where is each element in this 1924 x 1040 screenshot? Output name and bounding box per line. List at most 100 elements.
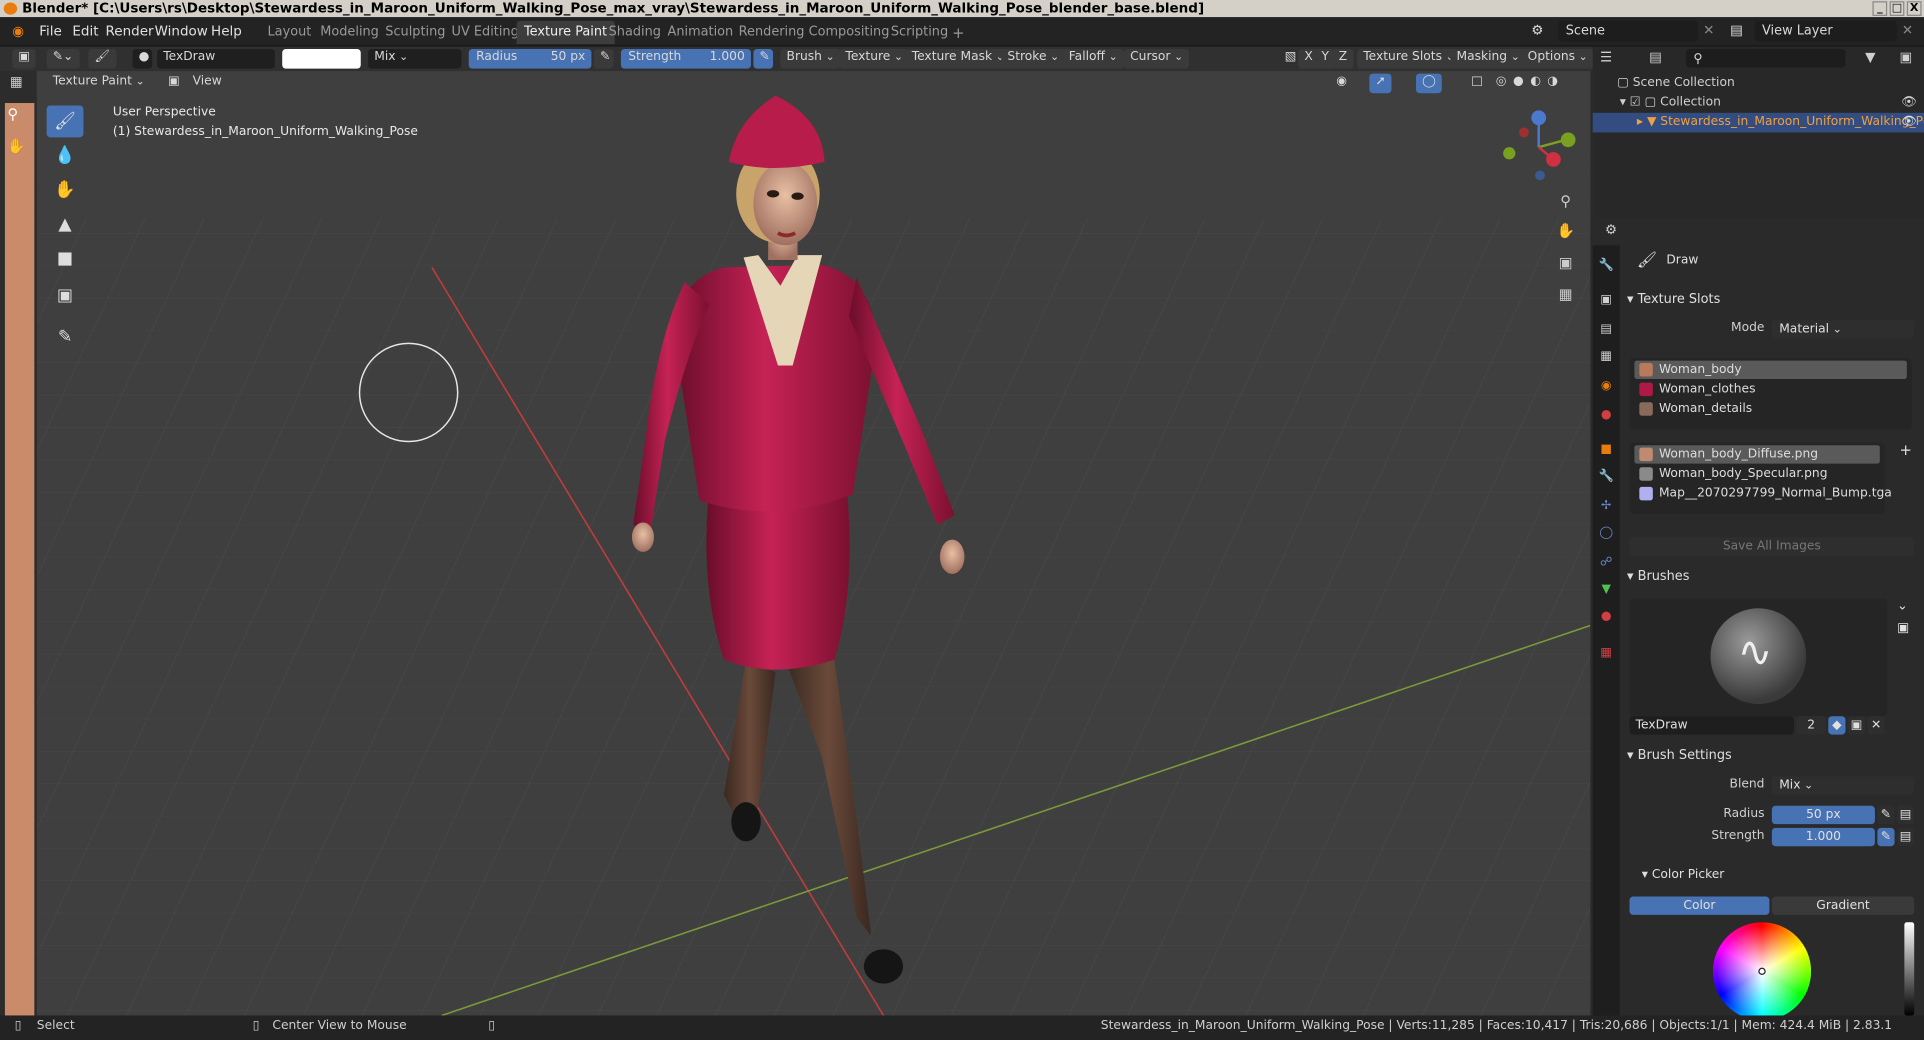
view-menu[interactable]: View: [187, 74, 228, 94]
pan-hand-icon[interactable]: ✋: [7, 137, 25, 154]
tab-animation[interactable]: Animation: [660, 21, 740, 44]
new-collection-icon[interactable]: ▣: [1899, 49, 1912, 65]
annotate-tool-button[interactable]: ✎: [47, 321, 84, 353]
texture-slots-header[interactable]: ▾ Texture Slots: [1627, 292, 1720, 307]
render-tab-icon[interactable]: ▣: [1598, 292, 1615, 309]
color-tab[interactable]: Color: [1629, 896, 1770, 915]
mask-tool-button[interactable]: ▣: [47, 280, 84, 312]
view-layer-tab-icon[interactable]: ▦: [1598, 348, 1615, 365]
outliner-search-input[interactable]: ⚲: [1685, 49, 1846, 68]
eye-icon[interactable]: 👁: [1901, 93, 1917, 113]
color-wheel[interactable]: [1712, 922, 1812, 1021]
tab-uv-editing[interactable]: UV Editing: [444, 21, 526, 44]
brush-fake-user-icon[interactable]: ●: [132, 49, 153, 69]
scene-icon[interactable]: ⚙: [1531, 22, 1543, 38]
tool-tab-icon[interactable]: 🔧: [1598, 258, 1615, 275]
brush-color-swatch[interactable]: [282, 49, 361, 69]
texture-menu[interactable]: Texture: [839, 49, 910, 69]
zoom-view-icon[interactable]: ⚲: [1553, 189, 1578, 214]
tab-shading[interactable]: Shading: [601, 21, 668, 44]
scene-tab-icon[interactable]: ◉: [1598, 378, 1615, 395]
properties-editor-icon[interactable]: ⚙: [1605, 222, 1617, 238]
scene-field[interactable]: Scene: [1558, 20, 1699, 42]
world-tab-icon[interactable]: ●: [1598, 407, 1615, 424]
radius-slider[interactable]: Radius 50 px: [468, 49, 592, 69]
display-mode-icon[interactable]: ▤: [1649, 49, 1662, 65]
brushes-header[interactable]: ▾ Brushes: [1627, 569, 1689, 584]
pan-view-icon[interactable]: ✋: [1553, 218, 1578, 243]
fill-tool-button[interactable]: ■: [47, 243, 84, 275]
gradient-tab[interactable]: Gradient: [1771, 896, 1915, 915]
tab-rendering[interactable]: Rendering: [731, 21, 812, 44]
outliner-scene-collection[interactable]: ▢ Scene Collection: [1593, 74, 1924, 94]
brush-name-field[interactable]: TexDraw: [157, 49, 275, 69]
material-item-woman-body[interactable]: Woman_body: [1634, 360, 1907, 379]
masking-menu[interactable]: Masking: [1450, 49, 1526, 69]
smear-tool-button[interactable]: ✋: [47, 174, 84, 206]
brush-preview-box[interactable]: ∿: [1629, 598, 1888, 717]
add-image-icon[interactable]: +: [1899, 442, 1911, 459]
brush-icon[interactable]: 🖌: [88, 49, 117, 69]
view-layer-icon[interactable]: ▤: [1730, 22, 1743, 38]
brush-users-count[interactable]: 2: [1796, 716, 1826, 735]
blend-mode-dropdown[interactable]: Mix: [368, 49, 462, 69]
brush-browse-icon[interactable]: ▣: [1897, 621, 1909, 636]
zoom-icon[interactable]: ⚲: [7, 105, 18, 122]
filter-icon[interactable]: ▼: [1865, 49, 1875, 65]
minimize-button[interactable]: _: [1872, 1, 1888, 16]
fake-user-shield-icon[interactable]: ◆: [1828, 716, 1846, 735]
checkbox-icon[interactable]: ☑: [1630, 96, 1645, 109]
tab-texture-paint[interactable]: Texture Paint: [516, 20, 615, 45]
radius-pressure-icon[interactable]: ✎: [1877, 805, 1895, 825]
close-button[interactable]: X: [1906, 1, 1922, 16]
options-menu[interactable]: Options: [1521, 49, 1594, 69]
brush-name-field[interactable]: TexDraw: [1629, 716, 1794, 735]
save-all-images-button[interactable]: Save All Images: [1629, 537, 1915, 556]
cursor-menu[interactable]: Cursor: [1123, 49, 1190, 69]
brush-expand-icon[interactable]: ⌄: [1897, 598, 1908, 613]
menu-file[interactable]: File: [39, 23, 62, 39]
xray-icon[interactable]: □: [1465, 74, 1489, 94]
value-slider[interactable]: [1904, 922, 1915, 1016]
restore-button[interactable]: □: [1889, 1, 1905, 16]
add-workspace-button[interactable]: +: [945, 21, 972, 44]
texture-mask-menu[interactable]: Texture Mask: [905, 49, 1012, 69]
image-editor-icon[interactable]: ▦: [10, 74, 23, 90]
radius-pressure-icon[interactable]: ✎: [593, 49, 614, 69]
axis-z-toggle[interactable]: Z: [1332, 49, 1354, 69]
eye-icon[interactable]: 👁: [1901, 113, 1917, 133]
3d-viewport[interactable]: User Perspective (1) Stewardess_in_Maroo…: [36, 71, 1591, 1016]
strength-pressure-icon[interactable]: ✎: [1877, 827, 1895, 847]
output-tab-icon[interactable]: ▤: [1598, 321, 1615, 338]
close-view-layer-icon[interactable]: ✕: [1902, 22, 1913, 38]
tab-sculpting[interactable]: Sculpting: [378, 21, 453, 44]
data-tab-icon[interactable]: ▼: [1598, 581, 1615, 598]
physics-tab-icon[interactable]: ◯: [1598, 525, 1615, 542]
brush-radius-slider[interactable]: 50 px: [1771, 805, 1875, 825]
texture-tab-icon[interactable]: ▦: [1598, 645, 1615, 662]
brush-strength-slider[interactable]: 1.000: [1771, 827, 1875, 847]
rendered-shading-icon[interactable]: ◑: [1541, 74, 1564, 94]
close-scene-icon[interactable]: ✕: [1703, 22, 1714, 38]
color-picker-header[interactable]: ▾ Color Picker: [1642, 868, 1725, 881]
menu-render[interactable]: Render: [106, 23, 154, 39]
image-item-normal[interactable]: Map__2070297799_Normal_Bump.tga: [1634, 484, 1892, 502]
camera-view-icon[interactable]: ▣: [1553, 250, 1578, 275]
soften-tool-button[interactable]: 💧: [47, 140, 84, 172]
view-layer-field[interactable]: View Layer: [1754, 20, 1898, 42]
gizmo-toggle-icon[interactable]: ➚: [1369, 73, 1392, 94]
editor-type-icon[interactable]: ▣: [12, 49, 37, 69]
modifier-tab-icon[interactable]: 🔧: [1598, 468, 1615, 485]
texture-slots-menu[interactable]: Texture Slots: [1357, 49, 1461, 69]
tab-compositing[interactable]: Compositing: [801, 21, 896, 44]
material-item-woman-details[interactable]: Woman_details: [1634, 400, 1906, 418]
falloff-menu[interactable]: Falloff: [1062, 49, 1124, 69]
paint-mode-icon[interactable]: ✎⌄: [46, 49, 80, 69]
mode-selector[interactable]: Texture Paint: [47, 74, 151, 94]
stroke-menu[interactable]: Stroke: [1001, 49, 1066, 69]
brush-menu[interactable]: Brush: [780, 49, 841, 69]
menu-help[interactable]: Help: [211, 23, 242, 39]
object-tab-icon[interactable]: ■: [1598, 442, 1615, 459]
ortho-toggle-icon[interactable]: ▦: [1553, 282, 1578, 307]
constraints-tab-icon[interactable]: ☍: [1598, 554, 1615, 571]
